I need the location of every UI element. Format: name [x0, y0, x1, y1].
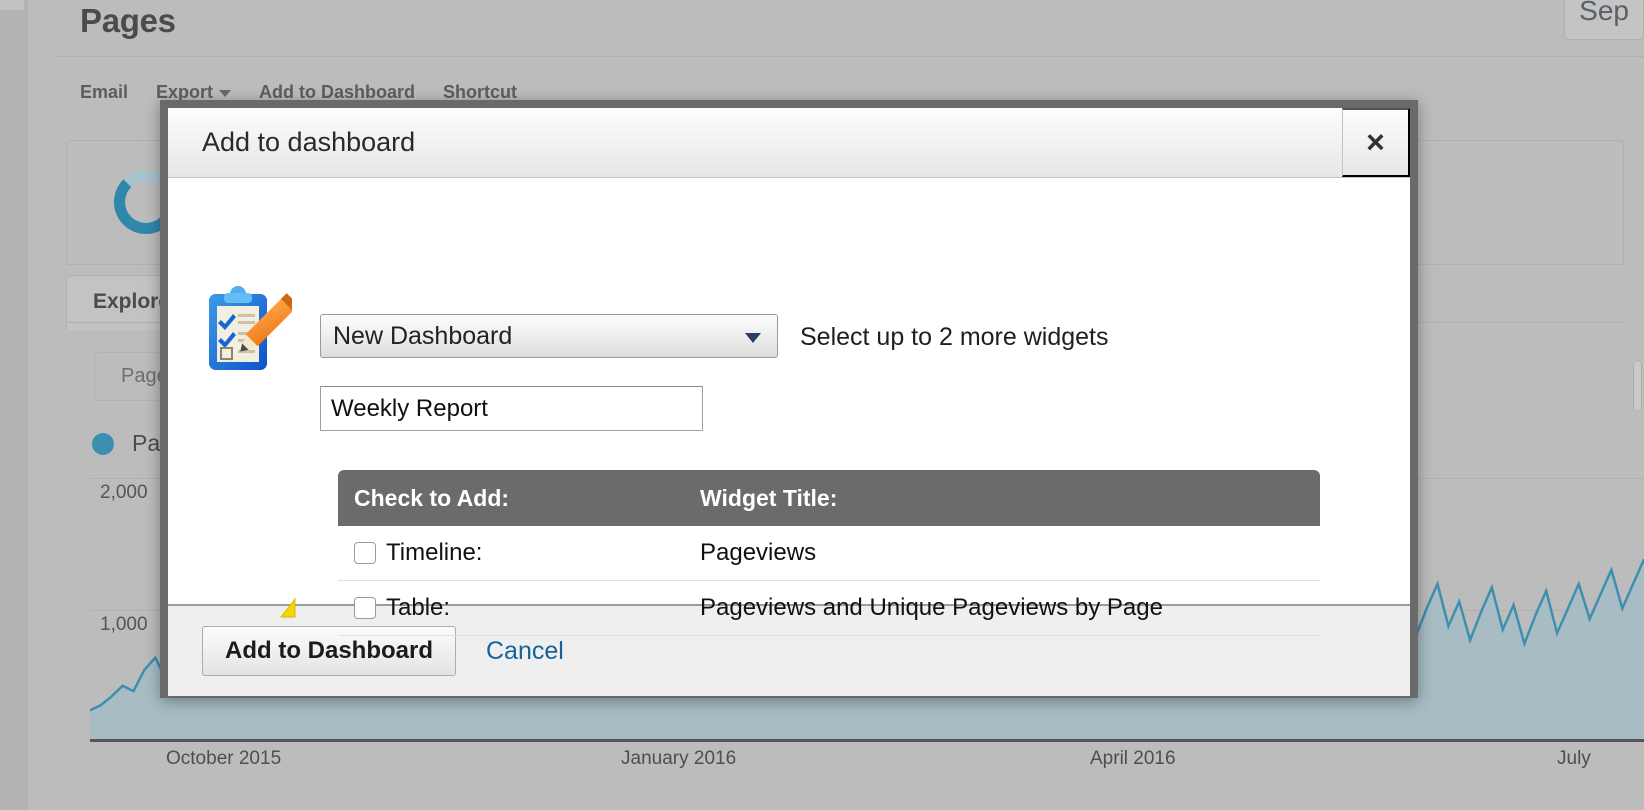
checkbox-table[interactable] — [354, 597, 376, 619]
table-row: Table: Pageviews and Unique Pageviews by… — [279, 581, 1320, 636]
screen: Pages Sep Email Export Add to Dashboard … — [0, 0, 1644, 810]
clipboard-pencil-icon — [209, 286, 292, 370]
column-header-check-to-add: Check to Add: — [354, 484, 510, 511]
checkbox-timeline[interactable] — [354, 542, 376, 564]
page-title: Pages — [80, 2, 176, 39]
chevron-down-icon — [745, 333, 761, 343]
left-rail — [0, 0, 28, 810]
row-type-label: Timeline: — [386, 539, 483, 566]
dialog-title: Add to dashboard — [202, 127, 416, 157]
dialog-header: Add to dashboard × — [168, 108, 1410, 178]
column-header-widget-title: Widget Title: — [700, 484, 838, 511]
left-rail-tab — [0, 0, 24, 10]
table-row: Timeline: Pageviews — [338, 526, 1320, 581]
dashboard-select[interactable]: New Dashboard — [320, 314, 778, 358]
header-divider — [56, 56, 1644, 57]
x-label-apr-2016: April 2016 — [1090, 748, 1176, 769]
row-check-cell: Table: — [338, 594, 700, 622]
x-label-july: July — [1557, 748, 1591, 769]
x-axis-labels: October 2015 January 2016 April 2016 Jul… — [90, 748, 1644, 774]
vertical-scrollbar-thumb[interactable] — [1633, 360, 1642, 412]
row-type-label: Table: — [386, 594, 451, 621]
legend-color-dot — [92, 432, 114, 455]
row-check-cell: Timeline: — [338, 539, 700, 567]
cancel-button[interactable]: Cancel — [480, 636, 570, 667]
widgets-table: Check to Add: Widget Title: Timeline: Pa… — [279, 470, 1320, 636]
date-range-chip[interactable]: Sep — [1564, 0, 1644, 40]
x-label-oct-2015: October 2015 — [166, 748, 282, 769]
add-to-dashboard-dialog: Add to dashboard × New Dashboard Select … — [160, 100, 1418, 698]
widget-limit-hint: Select up to 2 more widgets — [800, 323, 1109, 351]
dashboard-select-value: New Dashboard — [333, 321, 513, 350]
close-icon[interactable]: × — [1342, 108, 1410, 177]
dialog-body: New Dashboard Select up to 2 more widget… — [168, 178, 1410, 636]
table-header-row: Check to Add: Widget Title: — [338, 470, 1320, 526]
action-email[interactable]: Email — [80, 82, 128, 103]
warning-triangle-icon — [279, 597, 296, 618]
dashboard-name-input[interactable] — [320, 386, 703, 431]
row-widget-title: Pageviews — [700, 539, 817, 566]
x-label-jan-2016: January 2016 — [621, 748, 737, 769]
chevron-down-icon — [219, 89, 232, 97]
x-axis-line — [90, 739, 1644, 742]
row-widget-title: Pageviews and Unique Pageviews by Page — [700, 594, 1163, 621]
